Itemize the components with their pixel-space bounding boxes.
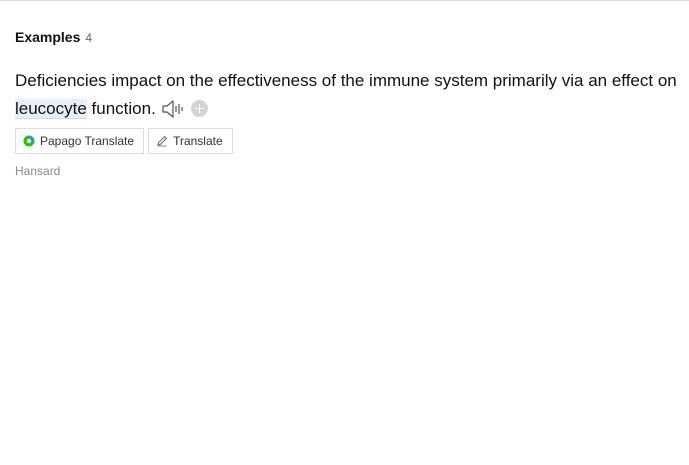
examples-title: Examples (15, 29, 81, 45)
speaker-icon[interactable] (161, 99, 185, 119)
highlighted-term: leucocyte (15, 99, 87, 119)
examples-count: 4 (85, 31, 93, 45)
papago-translate-button[interactable]: Papago Translate (15, 128, 145, 154)
example-sentence: Deficiencies impact on the effectiveness… (15, 67, 683, 123)
translate-button[interactable]: Translate (148, 128, 233, 154)
translate-label: Translate (173, 134, 223, 148)
papago-translate-label: Papago Translate (40, 134, 135, 148)
sentence-text-after: function. (86, 99, 156, 118)
papago-logo-icon (23, 135, 35, 147)
examples-section: Examples 4 Deficiencies impact on the ef… (15, 29, 683, 178)
add-circle-icon[interactable] (190, 100, 208, 117)
examples-heading: Examples 4 (15, 29, 683, 47)
pencil-icon (156, 135, 168, 147)
translate-buttons: Papago Translate Translate (15, 128, 233, 154)
sentence-text-before: Deficiencies impact on the effectiveness… (15, 71, 677, 90)
example-source: Hansard (15, 164, 61, 178)
top-divider (0, 0, 689, 1)
